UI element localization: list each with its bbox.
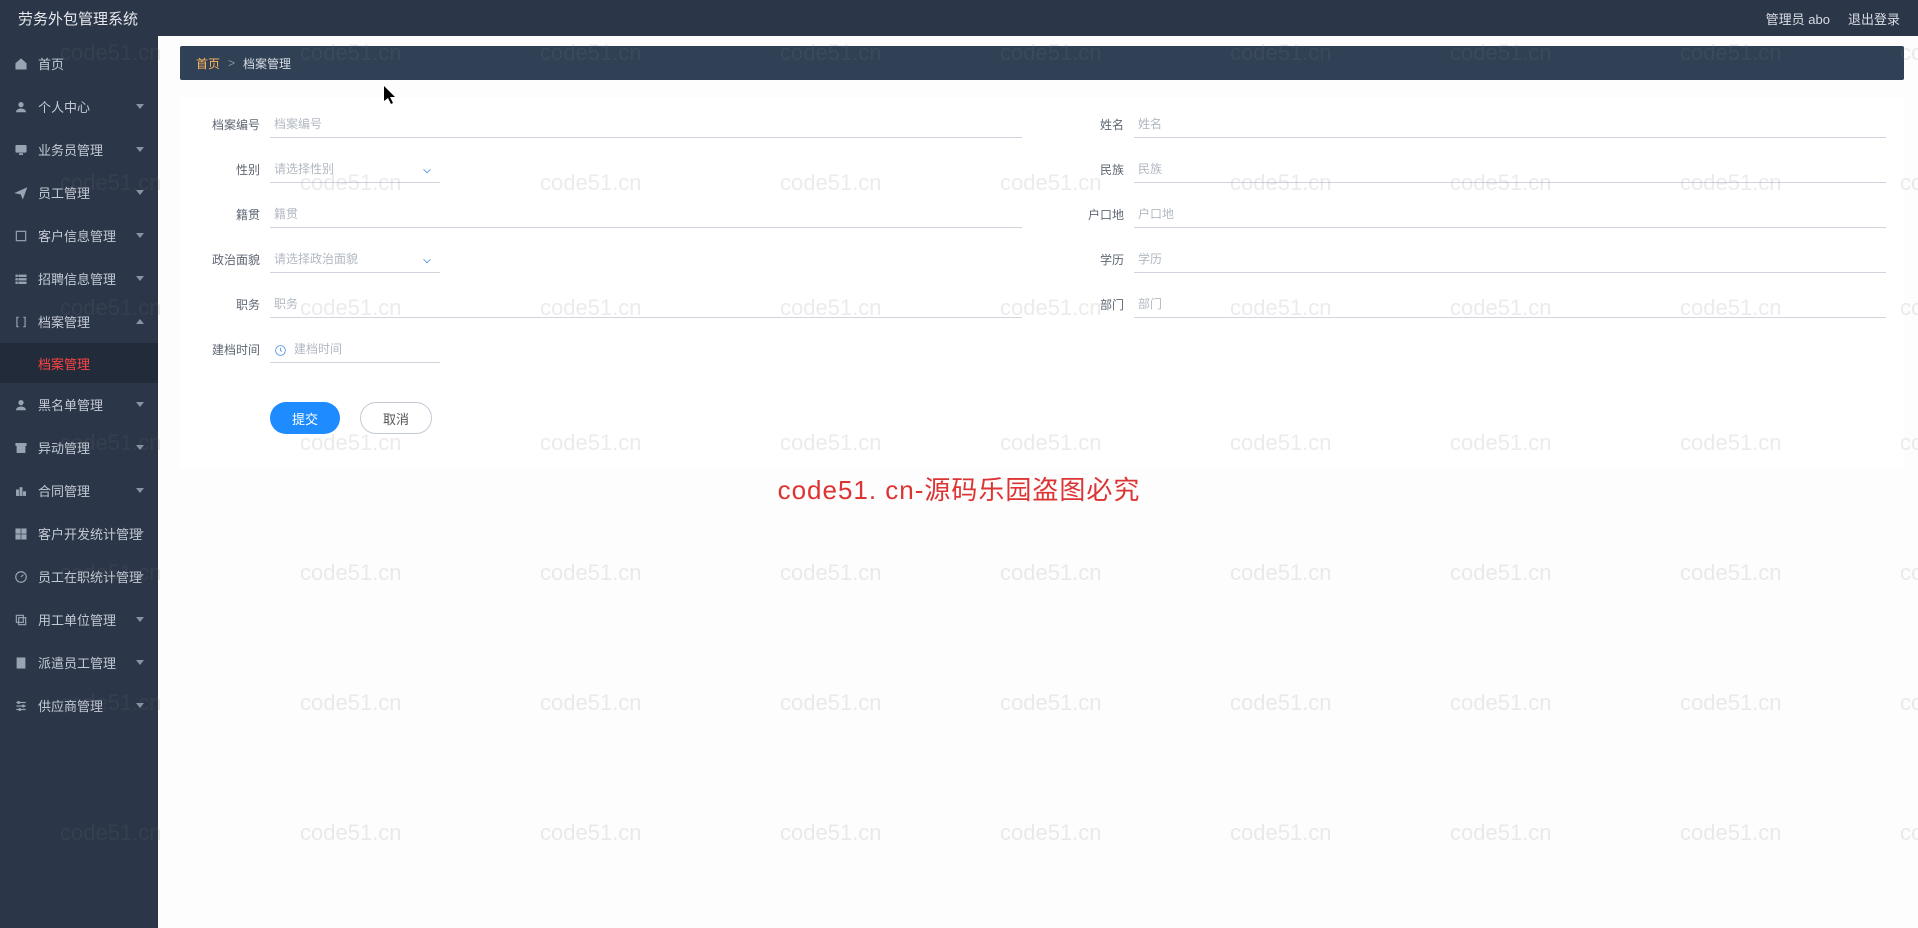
input-department[interactable]	[1134, 291, 1886, 318]
bar-icon	[14, 484, 28, 498]
person-icon	[14, 398, 28, 412]
label-hukou: 户口地	[1062, 206, 1134, 223]
label-politics: 政治面貌	[198, 251, 270, 268]
sidebar-item-11[interactable]: 员工在职统计管理	[0, 555, 158, 598]
label-file-no: 档案编号	[198, 116, 270, 133]
sidebar-item-label: 业务员管理	[38, 140, 103, 159]
input-name[interactable]	[1134, 111, 1886, 138]
brackets-icon	[14, 315, 28, 329]
sidebar-item-label: 黑名单管理	[38, 395, 103, 414]
label-department: 部门	[1062, 296, 1134, 313]
field-gender: 性别	[198, 147, 1022, 192]
sidebar-item-1[interactable]: 个人中心	[0, 85, 158, 128]
sidebar-item-label: 合同管理	[38, 481, 90, 500]
input-hukou[interactable]	[1134, 201, 1886, 228]
sidebar-item-label: 供应商管理	[38, 696, 103, 715]
label-education: 学历	[1062, 251, 1134, 268]
input-origin[interactable]	[270, 201, 1022, 228]
watermark-main: code51. cn-源码乐园盗图必究	[778, 470, 1141, 507]
field-department: 部门	[1062, 282, 1886, 327]
sliders-icon	[14, 699, 28, 713]
form-card: 档案编号 姓名 性别	[180, 98, 1904, 468]
home-icon	[14, 57, 28, 71]
app-title: 劳务外包管理系统	[18, 8, 138, 29]
sidebar-item-6[interactable]: 档案管理	[0, 300, 158, 343]
label-name: 姓名	[1062, 116, 1134, 133]
sidebar: 首页个人中心业务员管理员工管理客户信息管理招聘信息管理档案管理档案管理黑名单管理…	[0, 36, 158, 928]
breadcrumb: 首页 > 档案管理	[180, 46, 1904, 80]
square-icon	[14, 229, 28, 243]
label-position: 职务	[198, 296, 270, 313]
field-origin: 籍贯	[198, 192, 1022, 237]
label-created: 建档时间	[198, 341, 270, 358]
gauge-icon	[14, 570, 28, 584]
input-file-no[interactable]	[270, 111, 1022, 138]
cancel-button[interactable]: 取消	[360, 402, 432, 434]
sidebar-item-label: 员工在职统计管理	[38, 567, 142, 586]
field-name: 姓名	[1062, 102, 1886, 147]
input-position[interactable]	[270, 291, 1022, 318]
header-logout-link[interactable]: 退出登录	[1848, 9, 1900, 28]
sidebar-item-7[interactable]: 黑名单管理	[0, 383, 158, 426]
field-hukou: 户口地	[1062, 192, 1886, 237]
sidebar-item-label: 招聘信息管理	[38, 269, 116, 288]
sidebar-item-12[interactable]: 用工单位管理	[0, 598, 158, 641]
sidebar-item-9[interactable]: 合同管理	[0, 469, 158, 512]
grid-icon	[14, 527, 28, 541]
breadcrumb-sep: >	[228, 56, 235, 70]
label-gender: 性别	[198, 161, 270, 178]
user-icon	[14, 100, 28, 114]
sidebar-item-label: 派遣员工管理	[38, 653, 116, 672]
field-politics: 政治面貌	[198, 237, 1022, 282]
label-origin: 籍贯	[198, 206, 270, 223]
field-file-no: 档案编号	[198, 102, 1022, 147]
monitor-icon	[14, 143, 28, 157]
field-created: 建档时间	[198, 327, 1022, 372]
input-education[interactable]	[1134, 246, 1886, 273]
label-ethnicity: 民族	[1062, 161, 1134, 178]
sidebar-item-3[interactable]: 员工管理	[0, 171, 158, 214]
sidebar-item-label: 档案管理	[38, 312, 90, 331]
main-content: 首页 > 档案管理 档案编号 姓名 性别	[158, 36, 1918, 928]
field-education: 学历	[1062, 237, 1886, 282]
breadcrumb-home[interactable]: 首页	[196, 55, 220, 72]
sidebar-item-label: 异动管理	[38, 438, 90, 457]
input-ethnicity[interactable]	[1134, 156, 1886, 183]
sidebar-item-label: 个人中心	[38, 97, 90, 116]
select-gender[interactable]	[270, 156, 440, 183]
sidebar-item-label: 用工单位管理	[38, 610, 116, 629]
sidebar-item-label: 客户开发统计管理	[38, 524, 142, 543]
input-created[interactable]	[270, 336, 440, 363]
sidebar-item-13[interactable]: 派遣员工管理	[0, 641, 158, 684]
sidebar-sub-6-0[interactable]: 档案管理	[0, 343, 158, 383]
sidebar-item-2[interactable]: 业务员管理	[0, 128, 158, 171]
list-icon	[14, 272, 28, 286]
header-admin-link[interactable]: 管理员 abo	[1766, 9, 1830, 28]
archive-icon	[14, 441, 28, 455]
sidebar-item-5[interactable]: 招聘信息管理	[0, 257, 158, 300]
sidebar-item-label: 客户信息管理	[38, 226, 116, 245]
sidebar-item-0[interactable]: 首页	[0, 42, 158, 85]
sidebar-item-4[interactable]: 客户信息管理	[0, 214, 158, 257]
building-icon	[14, 656, 28, 670]
select-politics[interactable]	[270, 246, 440, 273]
field-position: 职务	[198, 282, 1022, 327]
breadcrumb-current: 档案管理	[243, 55, 291, 72]
field-ethnicity: 民族	[1062, 147, 1886, 192]
sidebar-item-8[interactable]: 异动管理	[0, 426, 158, 469]
copy-icon	[14, 613, 28, 627]
sidebar-item-14[interactable]: 供应商管理	[0, 684, 158, 727]
sidebar-item-label: 首页	[38, 54, 64, 73]
app-header: 劳务外包管理系统 管理员 abo 退出登录	[0, 0, 1918, 36]
send-icon	[14, 186, 28, 200]
submit-button[interactable]: 提交	[270, 402, 340, 434]
sidebar-item-10[interactable]: 客户开发统计管理	[0, 512, 158, 555]
sidebar-item-label: 员工管理	[38, 183, 90, 202]
